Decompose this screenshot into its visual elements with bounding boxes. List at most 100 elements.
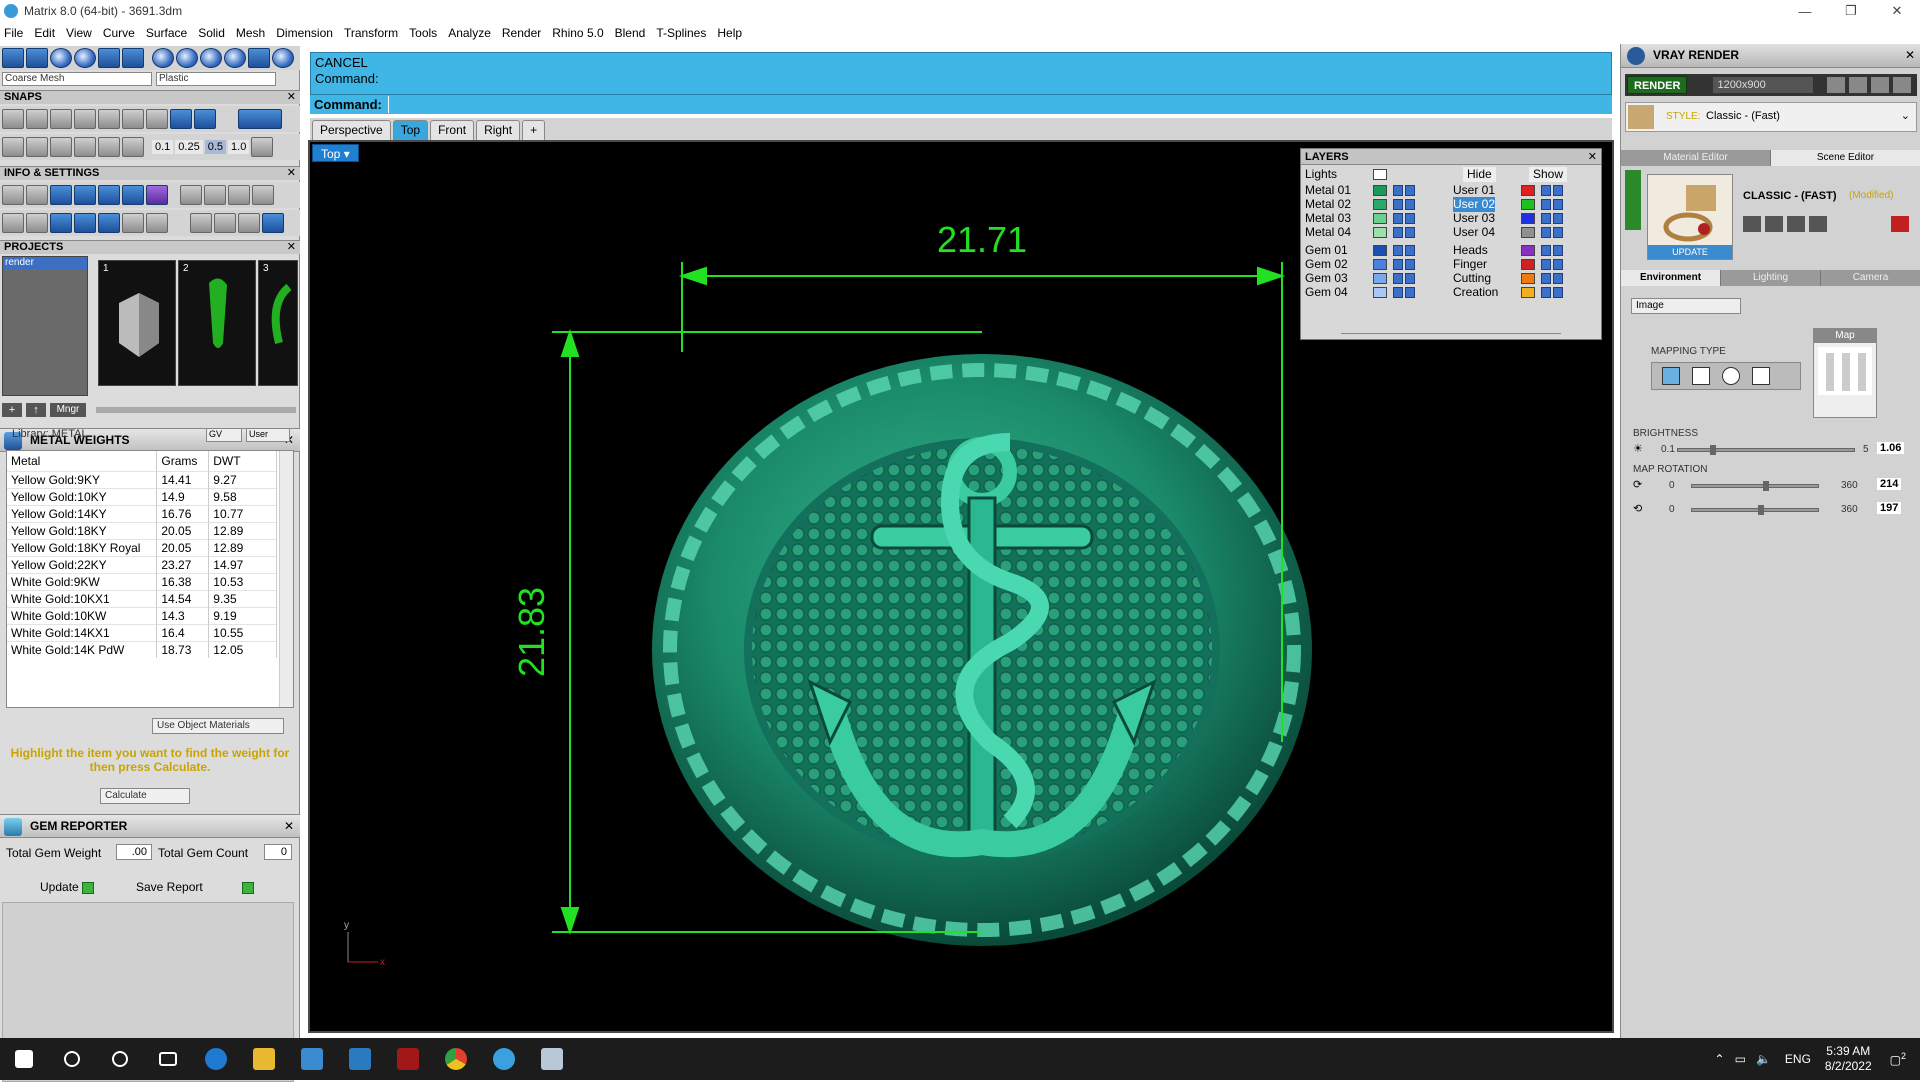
update-preview-button[interactable]: UPDATE [1648, 245, 1732, 259]
command-input[interactable] [388, 96, 1588, 113]
menu-help[interactable]: Help [717, 26, 742, 40]
viewport-label[interactable]: Top ▾ [312, 144, 359, 162]
material-chrome-icon[interactable] [224, 48, 246, 68]
snap-draw-icon[interactable] [50, 137, 72, 157]
table-row[interactable]: Yellow Gold:22KY 23.27 14.97 [7, 555, 277, 573]
window-icon[interactable] [1893, 77, 1912, 93]
restore-button[interactable]: ❐ [1828, 0, 1874, 22]
layer-row[interactable]: User 03 [1453, 211, 1495, 226]
rotation-thumb-1[interactable] [1763, 481, 1770, 491]
layout-icon[interactable] [122, 48, 144, 68]
rotation-value-1[interactable]: 214 [1877, 478, 1902, 490]
snap-ortho-icon[interactable] [170, 109, 192, 129]
magic-b-icon[interactable] [214, 213, 236, 233]
search-icon[interactable] [48, 1038, 96, 1080]
mapping-cube-icon[interactable] [1692, 367, 1710, 385]
layer-row[interactable]: Creation [1453, 285, 1498, 300]
snap-grid-icon[interactable] [2, 109, 24, 129]
menu-blend[interactable]: Blend [615, 26, 646, 40]
store-icon[interactable] [288, 1038, 336, 1080]
layer-toggle-icon[interactable] [1541, 273, 1551, 284]
edit-icon[interactable] [122, 185, 144, 205]
layer-row[interactable]: Cutting [1453, 271, 1491, 286]
menu-render[interactable]: Render [502, 26, 541, 40]
box-icon[interactable] [50, 213, 72, 233]
layer-row[interactable]: Metal 03 [1305, 211, 1351, 226]
tool-a-icon[interactable] [180, 185, 202, 205]
layer-color-swatch[interactable] [1373, 199, 1387, 210]
layer-color-swatch[interactable] [1521, 227, 1535, 238]
layer-color-swatch[interactable] [1373, 185, 1387, 196]
layer-toggle-icon[interactable] [1393, 213, 1403, 224]
layer-toggle-icon[interactable] [1405, 245, 1415, 256]
close-icon[interactable]: ✕ [287, 167, 296, 180]
save-icon[interactable] [1743, 216, 1761, 232]
snap-grid-toggle-icon[interactable] [251, 137, 274, 157]
layer-toggle-icon[interactable] [1553, 227, 1563, 238]
snap-value-025[interactable]: 0.25 [175, 140, 203, 154]
layer-toggle-icon[interactable] [1541, 245, 1551, 256]
tab-perspective[interactable]: Perspective [312, 120, 391, 140]
layer-toggle-icon[interactable] [1393, 259, 1403, 270]
mapping-screen-icon[interactable] [1662, 367, 1680, 385]
layer-toggle-icon[interactable] [1553, 185, 1563, 196]
table-row[interactable]: Yellow Gold:18KY Royal 20.05 12.89 [7, 538, 277, 556]
gumball-icon[interactable] [26, 48, 48, 68]
layer-row[interactable]: Metal 02 [1305, 197, 1351, 212]
snap-quad-icon[interactable] [146, 109, 168, 129]
metal-weights-table[interactable]: Metal Grams DWT Yellow Gold:9KY 14.41 9.27… [6, 450, 294, 708]
snap-measure-icon[interactable] [74, 137, 96, 157]
snap-eraser-icon[interactable] [98, 137, 120, 157]
column-dwt[interactable]: DWT [208, 451, 277, 471]
layer-color-swatch[interactable] [1521, 185, 1535, 196]
up-icon[interactable]: ↑ [26, 403, 46, 417]
close-icon[interactable]: ✕ [1588, 149, 1597, 165]
edge-icon[interactable] [192, 1038, 240, 1080]
layer-toggle-icon[interactable] [1541, 185, 1551, 196]
snap-grid2-icon[interactable] [2, 137, 24, 157]
layer-color-swatch[interactable] [1373, 273, 1387, 284]
layer-toggle-icon[interactable] [1405, 273, 1415, 284]
projects-scroll[interactable] [96, 407, 296, 413]
menu-dimension[interactable]: Dimension [276, 26, 333, 40]
snap-point-icon[interactable] [50, 109, 72, 129]
grid-view-icon[interactable] [2, 48, 24, 68]
project-slot-2[interactable]: 2 [178, 260, 256, 386]
layer-toggle-icon[interactable] [1541, 259, 1551, 270]
layer-toggle-icon[interactable] [1405, 213, 1415, 224]
gv-toggle[interactable]: GV [206, 428, 242, 442]
document-icon[interactable] [98, 185, 120, 205]
tab-right[interactable]: Right [476, 120, 521, 140]
tab-top[interactable]: Top [392, 120, 429, 140]
project-slot-3[interactable]: 3 [258, 260, 298, 386]
layer-toggle-icon[interactable] [1553, 259, 1563, 270]
gem-icon[interactable] [146, 185, 168, 205]
cube-icon[interactable] [74, 185, 96, 205]
layer-color-swatch[interactable] [1373, 213, 1387, 224]
grid-icon[interactable] [2, 213, 24, 233]
project-slot-1[interactable]: 1 [98, 260, 176, 386]
layer-toggle-icon[interactable] [1553, 273, 1563, 284]
layer-row[interactable]: Metal 04 [1305, 225, 1351, 240]
render-button[interactable]: RENDER [1627, 76, 1688, 94]
table-row[interactable]: White Gold:14KX1 16.4 10.55 [7, 623, 277, 641]
environment-type-select[interactable]: Image [1631, 298, 1741, 314]
menu-mesh[interactable]: Mesh [236, 26, 265, 40]
save-as-icon[interactable] [1765, 216, 1783, 232]
reset-icon[interactable] [1891, 216, 1909, 232]
material-select[interactable]: Plastic [156, 72, 276, 86]
table-row[interactable]: Yellow Gold:14KY 16.76 10.77 [7, 504, 277, 522]
close-button[interactable]: ✕ [1874, 0, 1920, 22]
tab-environment[interactable]: Environment [1621, 270, 1721, 286]
volume-icon[interactable]: 🔈 [1756, 1052, 1771, 1066]
tab-lighting[interactable]: Lighting [1721, 270, 1821, 286]
layer-toggle-icon[interactable] [1393, 273, 1403, 284]
layer-color-swatch[interactable] [1521, 213, 1535, 224]
snap-end-icon[interactable] [74, 109, 96, 129]
save-report-button[interactable]: Save Report [136, 880, 255, 894]
menu-tsplines[interactable]: T-Splines [656, 26, 706, 40]
snap-toggle-icon[interactable] [238, 109, 282, 129]
map-preview[interactable]: Map [1813, 328, 1877, 418]
frame-icon[interactable] [1849, 77, 1868, 93]
close-icon[interactable]: ✕ [284, 815, 294, 837]
